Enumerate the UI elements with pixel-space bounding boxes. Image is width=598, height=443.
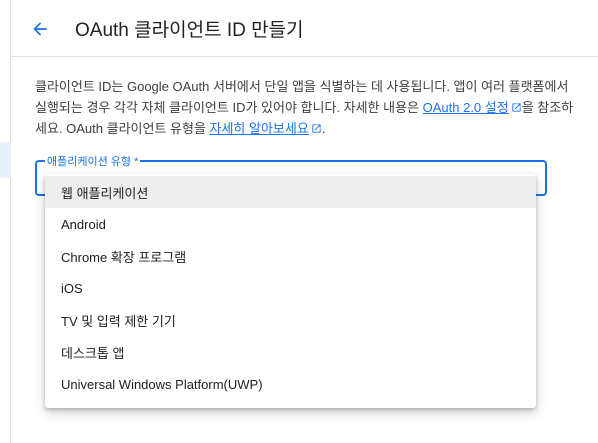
application-type-label: 애플리케이션 유형 * — [45, 153, 141, 169]
left-nav-selected-item[interactable] — [0, 142, 11, 178]
menu-option-chrome-extension[interactable]: Chrome 확장 프로그램 — [45, 240, 536, 272]
learn-more-link[interactable]: 자세히 알아보세요 — [210, 121, 309, 136]
menu-option-web-app[interactable]: 웹 애플리케이션 — [45, 176, 536, 208]
back-button[interactable] — [27, 16, 53, 42]
menu-option-android[interactable]: Android — [45, 208, 536, 240]
page-title: OAuth 클라이언트 ID 만들기 — [75, 20, 304, 41]
application-type-menu: 웹 애플리케이션 Android Chrome 확장 프로그램 iOS TV 및… — [45, 174, 536, 408]
description-text: 클라이언트 ID는 Google OAuth 서버에서 단일 앱을 식별하는 데… — [35, 76, 575, 139]
menu-option-desktop-app[interactable]: 데스크톱 앱 — [45, 336, 536, 368]
menu-option-tv-limited-input[interactable]: TV 및 입력 제한 기기 — [45, 304, 536, 336]
external-link-icon — [312, 124, 321, 133]
external-link-icon — [512, 103, 521, 112]
menu-option-uwp[interactable]: Universal Windows Platform(UWP) — [45, 368, 536, 400]
menu-option-ios[interactable]: iOS — [45, 272, 536, 304]
page-header: OAuth 클라이언트 ID 만들기 — [11, 0, 598, 57]
arrow-back-icon — [33, 22, 47, 36]
description-part-3: . — [321, 121, 326, 136]
oauth-settings-link[interactable]: OAuth 2.0 설정 — [423, 100, 509, 115]
left-nav-rail — [0, 0, 11, 443]
